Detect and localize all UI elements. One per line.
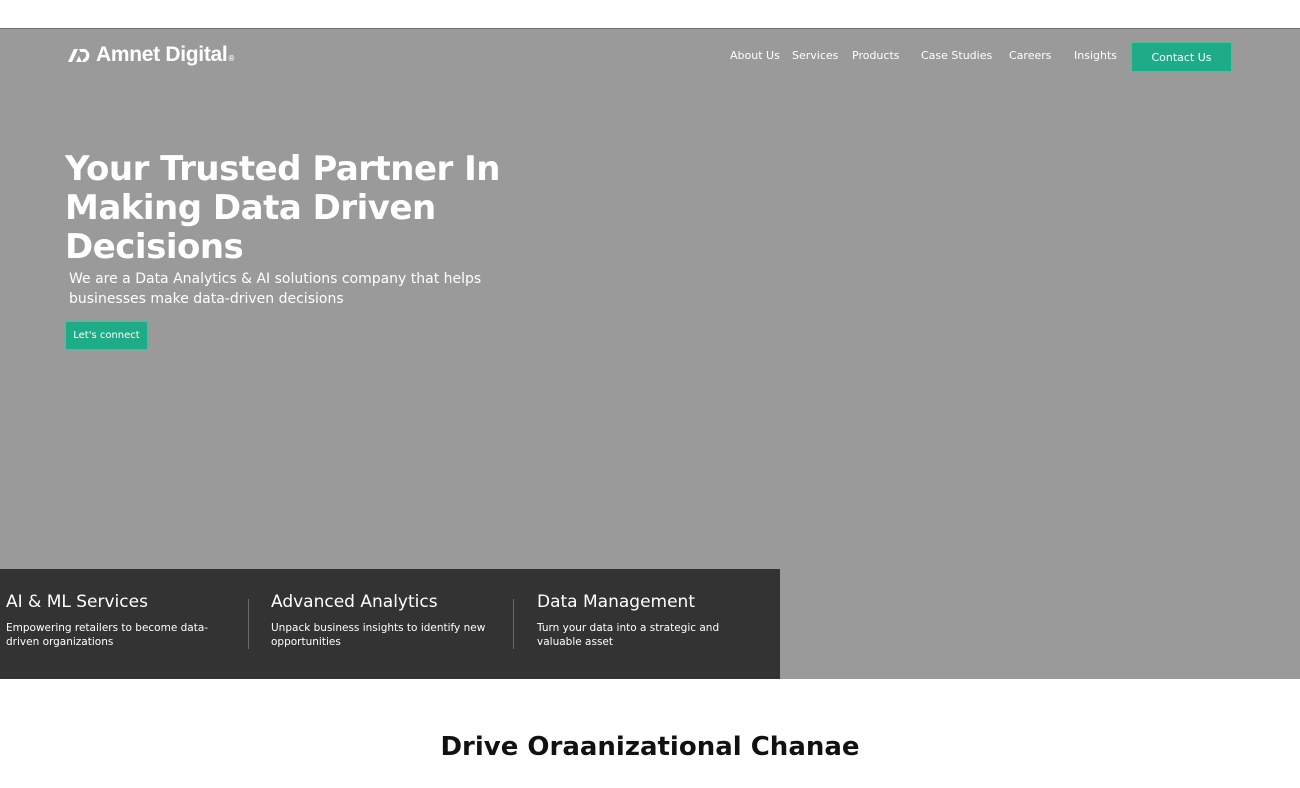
contact-us-button[interactable]: Contact Us	[1131, 42, 1232, 72]
hero-headline: Your Trusted Partner In Making Data Driv…	[65, 149, 501, 267]
nav-insights[interactable]: Insights	[1074, 49, 1117, 62]
top-navigation: Amnet Digital ® About Us Services Produc…	[0, 29, 1300, 89]
section-heading: Drive Oraanizational Chanae	[440, 732, 860, 762]
service-divider	[248, 599, 249, 649]
service-description: Empowering retailers to become data-driv…	[6, 622, 209, 648]
hero-section: Amnet Digital ® About Us Services Produc…	[0, 28, 1300, 679]
service-card-advanced-analytics[interactable]: Advanced Analytics Unpack business insig…	[271, 592, 501, 649]
service-card-ai-ml[interactable]: AI & ML Services Empowering retailers to…	[6, 592, 236, 649]
service-description: Unpack business insights to identify new…	[271, 622, 486, 648]
hero-subtitle: We are a Data Analytics & AI solutions c…	[69, 271, 482, 307]
brand-logo[interactable]: Amnet Digital ®	[67, 43, 234, 67]
service-description: Turn your data into a strategic and valu…	[537, 622, 720, 648]
brand-name: Amnet Digital	[96, 43, 228, 66]
lets-connect-button[interactable]: Let's connect	[65, 321, 148, 350]
nav-case-studies[interactable]: Case Studies	[921, 49, 992, 62]
nav-services[interactable]: Services	[792, 49, 838, 62]
services-bar: AI & ML Services Empowering retailers to…	[0, 569, 780, 679]
service-title: Advanced Analytics	[271, 592, 438, 612]
service-divider	[513, 599, 514, 649]
service-card-data-management[interactable]: Data Management Turn your data into a st…	[537, 592, 767, 649]
registered-mark: ®	[228, 54, 235, 63]
service-title: Data Management	[537, 592, 695, 612]
nav-about-us[interactable]: About Us	[730, 49, 780, 62]
nav-products[interactable]: Products	[852, 49, 900, 62]
nav-careers[interactable]: Careers	[1009, 49, 1052, 62]
service-title: AI & ML Services	[6, 592, 148, 612]
amnet-ad-logo-icon	[68, 49, 90, 62]
